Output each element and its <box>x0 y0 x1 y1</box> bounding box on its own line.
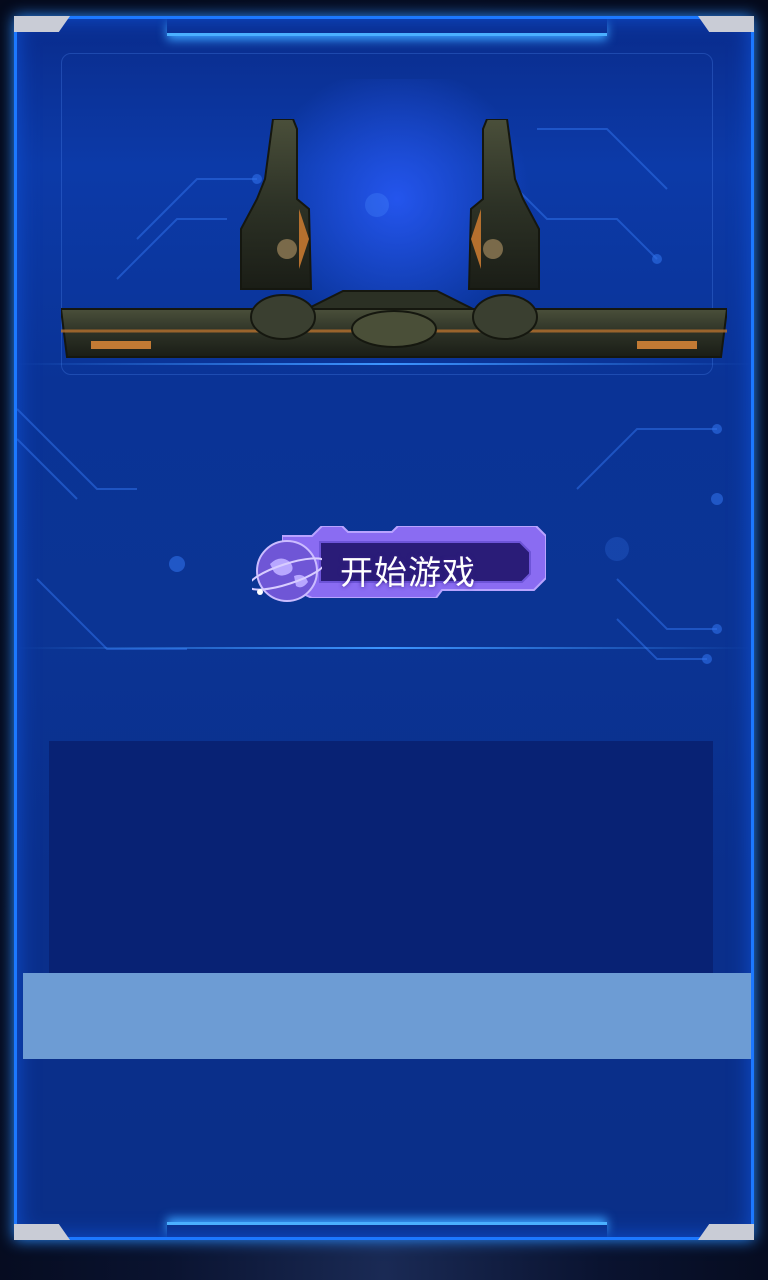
mech-gate-structure <box>61 119 727 358</box>
main-frame <box>14 16 754 1240</box>
light-blue-strip <box>23 973 751 1059</box>
start-game-label: 开始游戏 <box>340 553 476 592</box>
start-game-button[interactable]: 开始游戏 <box>238 516 550 612</box>
divider-line <box>17 647 751 649</box>
lower-dark-panel <box>49 741 713 973</box>
globe-icon <box>252 540 322 602</box>
